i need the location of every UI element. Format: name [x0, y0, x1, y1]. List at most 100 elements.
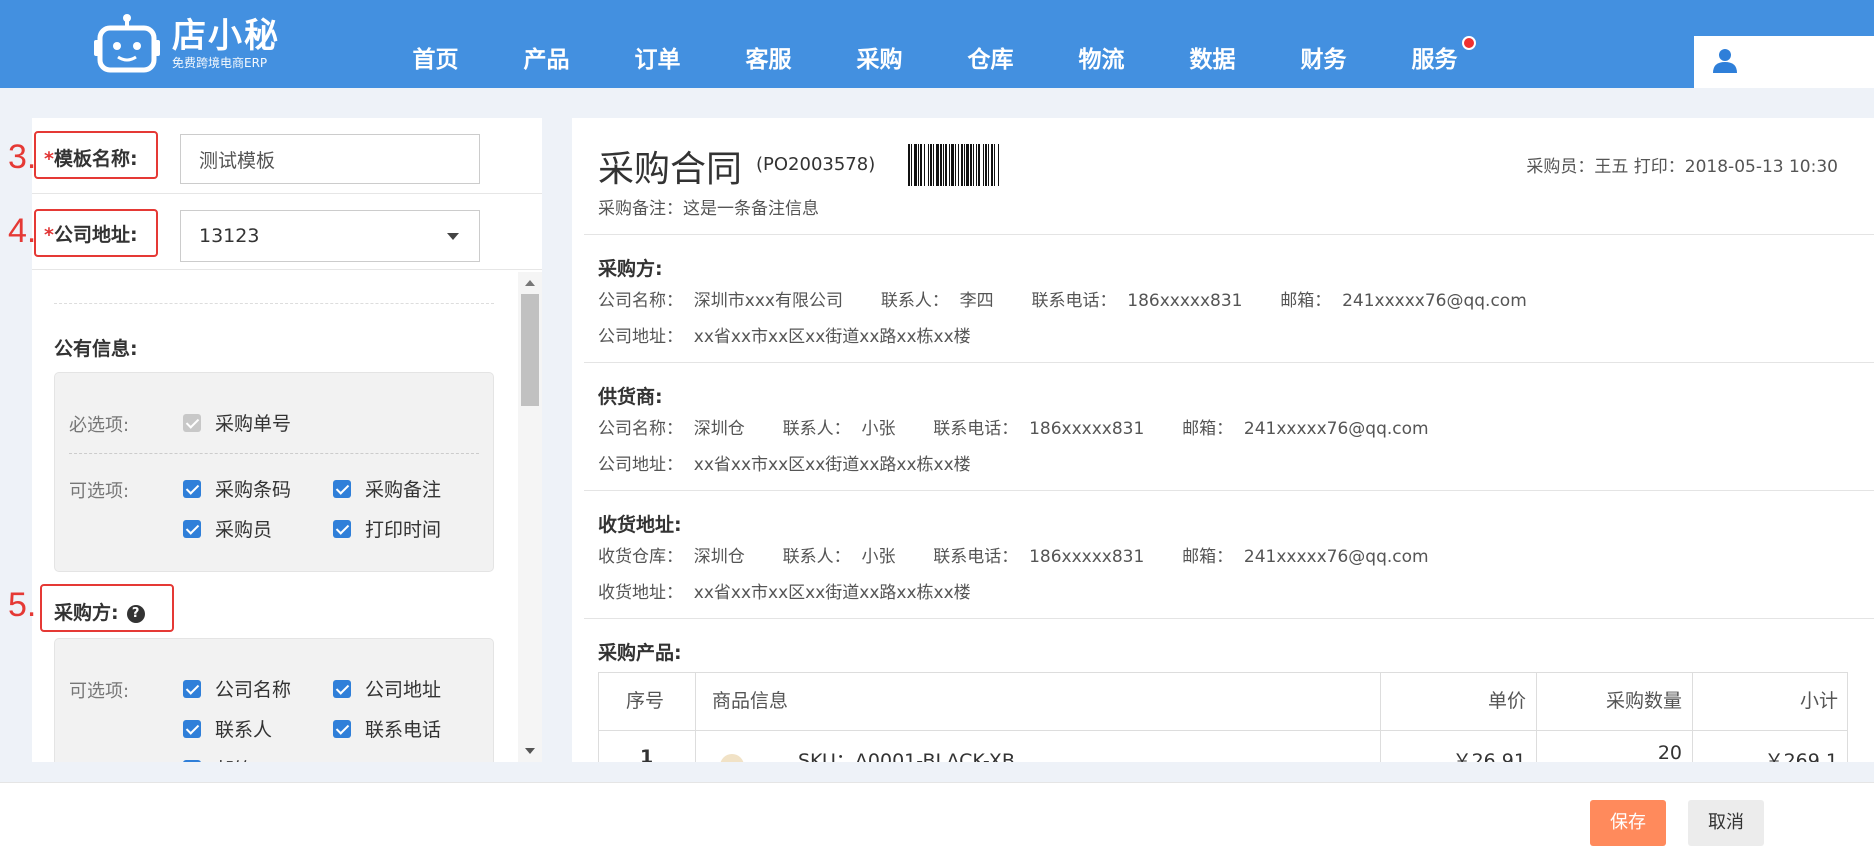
checkbox-icon: [333, 679, 351, 698]
nav-customer-service[interactable]: 客服: [713, 0, 824, 88]
divider: [69, 453, 479, 454]
barcode-bar: [924, 144, 925, 186]
barcode-bar: [973, 144, 974, 186]
optional-items-label: 可选项:: [69, 681, 130, 702]
checkbox-buyer[interactable]: 采购员: [183, 515, 272, 542]
nav-data[interactable]: 数据: [1157, 0, 1268, 88]
nav-services[interactable]: 服务: [1379, 0, 1490, 88]
nav-logistics[interactable]: 物流: [1046, 0, 1157, 88]
divider: [54, 303, 494, 304]
divider: [584, 234, 1874, 235]
public-info-options: 必选项: 采购单号 可选项: 采购条码 采购备注 采购员 打印时间: [54, 372, 494, 572]
nav-orders[interactable]: 订单: [602, 0, 713, 88]
annotation-number: 5.: [8, 586, 37, 624]
barcode-bar: [945, 144, 947, 186]
checkbox-company-name[interactable]: 公司名称: [183, 675, 291, 702]
annotation-number: 3.: [8, 138, 37, 176]
barcode-bar: [933, 144, 934, 186]
barcode-bar: [918, 144, 919, 186]
buyer-line-1: 公司名称： 深圳市xxx有限公司 联系人： 李四 联系电话： 186xxxxx8…: [598, 291, 1527, 311]
nav-home[interactable]: 首页: [380, 0, 491, 88]
barcode-bar: [943, 144, 944, 186]
required-items-label: 必选项:: [69, 415, 130, 436]
checkbox-icon: [333, 519, 351, 538]
column-divider: [1692, 672, 1693, 762]
options-scroll-area[interactable]: 公有信息: 必选项: 采购单号 可选项: 采购条码 采购备注 采购员 打印时间 …: [32, 272, 542, 762]
save-button[interactable]: 保存: [1590, 800, 1666, 846]
checkbox-icon: [183, 719, 201, 738]
po-number: (PO2003578): [756, 154, 876, 175]
checkbox-contact[interactable]: 联系人: [183, 715, 272, 742]
nav-finance[interactable]: 财务: [1268, 0, 1379, 88]
scroll-thumb[interactable]: [521, 294, 539, 406]
nav-services-label: 服务: [1411, 47, 1458, 73]
cancel-button[interactable]: 取消: [1688, 800, 1764, 846]
checkbox-company-address[interactable]: 公司地址: [333, 675, 441, 702]
company-address-select[interactable]: 13123: [180, 210, 480, 262]
checkbox-email[interactable]: 邮箱: [183, 755, 253, 762]
barcode-bar: [961, 144, 963, 186]
barcode-bar: [983, 144, 984, 186]
divider: [584, 618, 1874, 619]
barcode-bar: [958, 144, 959, 186]
barcode-bar: [949, 144, 950, 186]
user-menu[interactable]: [1694, 36, 1874, 88]
checkbox-icon: [183, 519, 201, 538]
checkbox-label: 采购条码: [215, 479, 292, 501]
checkbox-label: 采购员: [215, 519, 273, 541]
robot-logo-icon: [94, 14, 160, 73]
products-title: 采购产品:: [598, 642, 682, 664]
divider: [584, 362, 1874, 363]
user-icon: [1713, 49, 1737, 73]
barcode-bar: [914, 144, 917, 186]
checkbox-purchase-barcode[interactable]: 采购条码: [183, 475, 291, 502]
checkbox-print-time[interactable]: 打印时间: [333, 515, 441, 542]
barcode-bar: [955, 144, 956, 186]
chevron-down-icon: [447, 233, 459, 240]
vertical-scrollbar[interactable]: [518, 272, 542, 762]
barcode-bar: [920, 144, 922, 186]
barcode-bar: [911, 144, 912, 186]
checkbox-purchase-remark[interactable]: 采购备注: [333, 475, 441, 502]
barcode-bar: [998, 144, 999, 186]
notification-dot: [1462, 36, 1476, 50]
checkbox-label: 联系电话: [365, 719, 442, 741]
checkbox-icon: [333, 719, 351, 738]
barcode-bar: [976, 144, 977, 186]
checkbox-icon: [333, 479, 351, 498]
column-header-index: 序号: [626, 690, 665, 712]
nav-products[interactable]: 产品: [491, 0, 602, 88]
divider: [584, 490, 1874, 491]
buyer-options: 可选项: 公司名称 公司地址 联系人 联系电话 邮箱: [54, 638, 494, 762]
annotation-box: [34, 131, 158, 179]
buyer-line-2: 公司地址： xx省xx市xx区xx街道xx路xx栋xx楼: [598, 327, 971, 347]
annotation-box: [34, 209, 158, 257]
nav-warehouse[interactable]: 仓库: [935, 0, 1046, 88]
column-header-product: 商品信息: [712, 690, 789, 712]
scroll-down-icon[interactable]: [525, 748, 535, 754]
nav-purchasing[interactable]: 采购: [824, 0, 935, 88]
row-sku: SKU：A0001-BLACK-XB: [798, 750, 1015, 762]
barcode-bar: [930, 144, 932, 186]
row-price: ￥26.91: [1452, 750, 1526, 762]
checkbox-label: 打印时间: [365, 519, 442, 541]
logo[interactable]: 店小秘 免费跨境电商ERP: [92, 12, 280, 74]
annotation-number: 4.: [8, 212, 37, 250]
template-name-input[interactable]: [180, 134, 480, 184]
company-address-value: 13123: [199, 225, 260, 247]
public-info-title: 公有信息:: [54, 338, 138, 360]
column-divider: [1380, 672, 1381, 762]
checkbox-purchase-number: 采购单号: [183, 409, 291, 436]
supplier-title: 供货商:: [598, 386, 663, 408]
barcode-bar: [991, 144, 993, 186]
row-subtotal: ￥269.1: [1764, 750, 1838, 762]
row-index: 1: [640, 746, 654, 762]
barcode-bar: [936, 144, 939, 186]
top-navigation-bar: 店小秘 免费跨境电商ERP 首页 产品 订单 客服 采购 仓库 物流 数据 财务…: [0, 0, 1874, 88]
scroll-up-icon[interactable]: [525, 280, 535, 286]
barcode-bar: [978, 144, 980, 186]
supplier-line-1: 公司名称： 深圳仓 联系人： 小张 联系电话： 186xxxxx831 邮箱： …: [598, 419, 1429, 439]
barcode-bar: [985, 144, 987, 186]
checkbox-phone[interactable]: 联系电话: [333, 715, 441, 742]
column-header-quantity: 采购数量: [1605, 690, 1682, 712]
